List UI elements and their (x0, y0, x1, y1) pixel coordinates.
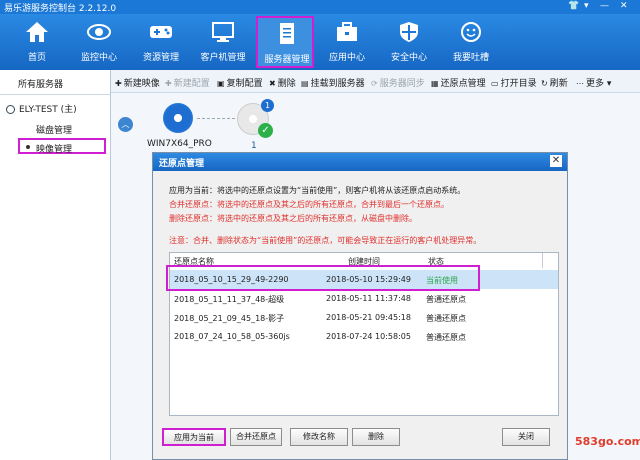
eye-icon (87, 24, 111, 40)
copy-config-button[interactable]: ▣ 复制配置 (217, 76, 263, 89)
refresh-button[interactable]: ↻ 刷新 (541, 76, 568, 89)
table-row[interactable]: 2018_07_24_10_58_05-360js 2018-07-24 10:… (170, 327, 558, 346)
cell-name: 2018_05_21_09_45_18-影子 (174, 314, 285, 323)
nav-label: 客户机管理 (200, 53, 246, 63)
check-icon: ✓ (258, 123, 273, 138)
desc-merge: 合并还原点：将选中的还原点及其之后的所有还原点，合并到最后一个还原点。 (169, 200, 449, 209)
cell-status: 普通还原点 (426, 314, 466, 323)
shield-icon (400, 22, 418, 42)
close-icon[interactable]: ✕ (550, 155, 562, 167)
sidebar-item-image[interactable]: 映像管理 (18, 138, 106, 155)
nav-feedback[interactable]: 我要吐槽 (442, 16, 500, 68)
smile-icon (461, 22, 481, 42)
nav-security[interactable]: 安全中心 (380, 16, 438, 68)
nav-label: 应用中心 (328, 53, 365, 63)
nav-label: 首页 (27, 53, 46, 63)
restore-point-dialog: 还原点管理 ✕ 应用为当前：将选中的还原点设置为“当前使用”，则客户机将从该还原… (152, 152, 568, 460)
connector-line (197, 118, 235, 119)
sidebar-item-disk[interactable]: 磁盘管理 (36, 123, 72, 136)
sidebar: 所有服务器 ELY-TEST (主) 磁盘管理 映像管理 (0, 70, 111, 460)
merge-button[interactable]: 合并还原点 (230, 428, 282, 446)
more-icon: ⋯ (576, 79, 584, 88)
shirt-icon[interactable]: 👕 (568, 1, 579, 11)
nav-label: 监控中心 (80, 53, 117, 63)
mount-icon: ▤ (301, 79, 309, 88)
desc-delete: 删除还原点：将选中的还原点及其之后的所有还原点，从磁盘中删除。 (169, 214, 417, 223)
restore-point-button[interactable]: ▦ 还原点管理 (431, 76, 486, 89)
delete-point-button[interactable]: 删除 (352, 428, 400, 446)
table-row[interactable]: 2018_05_11_11_37_48-超级 2018-05-11 11:37:… (170, 289, 558, 308)
new-config-button[interactable]: ✚ 新建配置 (165, 76, 210, 89)
image-name: WIN7X64_PRO (147, 139, 212, 149)
sidebar-server[interactable]: ELY-TEST (主) (6, 102, 77, 115)
cell-status: 普通还原点 (426, 295, 466, 304)
nav-label: 安全中心 (390, 53, 427, 63)
apply-current-button[interactable]: 应用为当前 (162, 428, 226, 446)
gamepad-icon (150, 26, 172, 38)
nav-clients[interactable]: 客户机管理 (194, 16, 252, 68)
cell-time: 2018-07-24 10:58:05 (326, 332, 411, 341)
sync-icon: ⟳ (371, 79, 378, 88)
sidebar-header[interactable]: 所有服务器 (0, 70, 110, 95)
menu-icon[interactable]: ▾ (584, 1, 589, 11)
mount-server-button[interactable]: ▤ 挂载到服务器 (301, 76, 365, 89)
nav-monitor[interactable]: 监控中心 (70, 16, 128, 68)
restore-icon: ▦ (431, 79, 439, 88)
cell-name: 2018_05_11_11_37_48-超级 (174, 295, 285, 304)
server-sync-button[interactable]: ⟳ 服务器同步 (371, 76, 425, 89)
home-icon (26, 22, 48, 42)
x-icon: ✖ (269, 79, 276, 88)
cell-status: 普通还原点 (426, 333, 466, 342)
nav-apps[interactable]: 应用中心 (318, 16, 376, 68)
copy-icon: ▣ (217, 79, 225, 88)
count-badge: 1 (261, 99, 274, 112)
top-nav: 首页 监控中心 资源管理 客户机管理 服务器管理 应用中心 安全中心 我要吐槽 (0, 14, 640, 70)
nav-resources[interactable]: 资源管理 (132, 16, 190, 68)
window-title: 易乐游服务控制台 2.2.12.0 (4, 4, 117, 14)
close-icon[interactable]: ✕ (620, 1, 628, 11)
delete-button[interactable]: ✖ 删除 (269, 76, 296, 89)
refresh-icon: ↻ (541, 79, 548, 88)
cell-name: 2018_07_24_10_58_05-360js (174, 332, 290, 341)
desc-warning: 注意：合并、删除状态为“当前使用”的还原点，可能会导致正在运行的客户机处理异常。 (169, 236, 482, 245)
monitor-icon (212, 22, 234, 42)
plus-icon: ✚ (165, 79, 172, 88)
dialog-title: 还原点管理 (159, 159, 205, 169)
disc-icon[interactable] (163, 103, 193, 133)
plus-icon: ✚ (115, 79, 122, 88)
toolbar: ✚ 新建映像 ✚ 新建配置 ▣ 复制配置 ✖ 删除 ▤ 挂载到服务器 ⟳ 服务器同步 ▦ 还原… (111, 70, 640, 93)
briefcase-icon (337, 22, 357, 41)
nav-label: 资源管理 (142, 53, 179, 63)
selected-row-highlight (166, 265, 480, 291)
open-folder-button[interactable]: ▭ 打开目录 (491, 76, 537, 89)
cell-time: 2018-05-11 11:37:48 (326, 294, 411, 303)
nav-label: 服务器管理 (264, 55, 310, 65)
document-icon (280, 23, 294, 44)
watermark: 583go.com (575, 435, 640, 448)
point-label: 1 (251, 141, 257, 151)
more-button[interactable]: ⋯ 更多 ▾ (576, 76, 611, 89)
nav-home[interactable]: 首页 (8, 16, 66, 68)
title-bar: 易乐游服务控制台 2.2.12.0 👕 ▾ — ✕ (0, 0, 640, 14)
new-image-button[interactable]: ✚ 新建映像 (115, 76, 160, 89)
nav-label: 我要吐槽 (452, 53, 489, 63)
minimize-icon[interactable]: — (600, 1, 609, 11)
nav-server-manage[interactable]: 服务器管理 (256, 16, 314, 68)
bullet-icon (26, 145, 30, 149)
rename-button[interactable]: 修改名称 (290, 428, 348, 446)
dialog-title-bar: 还原点管理 ✕ (153, 153, 567, 171)
cell-time: 2018-05-21 09:45:18 (326, 313, 411, 322)
close-button[interactable]: 关闭 (502, 428, 550, 446)
table-row[interactable]: 2018_05_21_09_45_18-影子 2018-05-21 09:45:… (170, 308, 558, 327)
folder-icon: ▭ (491, 79, 499, 88)
desc-apply: 应用为当前：将选中的还原点设置为“当前使用”，则客户机将从该还原点启动系统。 (169, 186, 466, 195)
collapse-icon[interactable]: ︿ (118, 117, 133, 132)
server-radio-icon (6, 105, 15, 114)
